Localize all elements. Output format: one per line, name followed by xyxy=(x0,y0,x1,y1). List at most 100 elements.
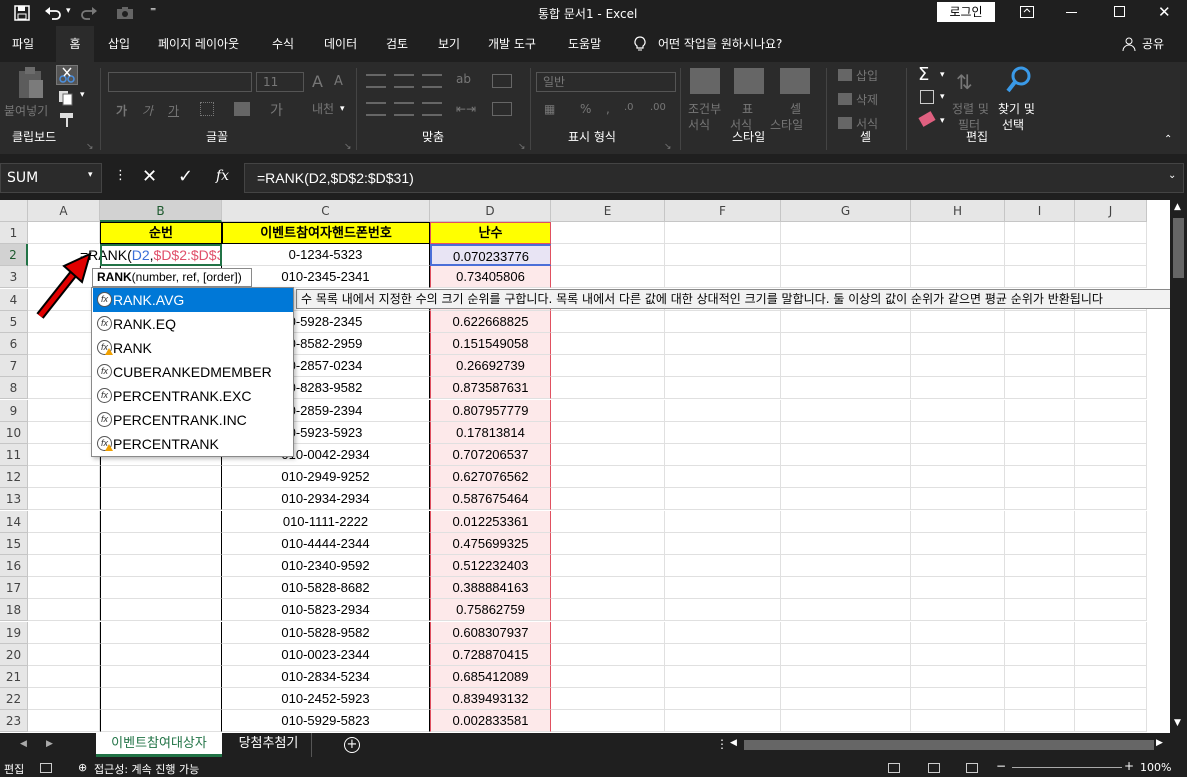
cell-b[interactable] xyxy=(100,510,222,533)
cell[interactable] xyxy=(781,377,911,400)
prev-sheet-icon[interactable]: ◀ xyxy=(20,739,27,749)
alignment-launcher-icon[interactable]: ↘ xyxy=(518,142,526,152)
tab-view[interactable]: 보기 xyxy=(434,26,464,62)
cell[interactable] xyxy=(911,621,1005,644)
formula-bar-more-icon[interactable]: ⋮ xyxy=(114,168,127,183)
cell[interactable] xyxy=(665,377,781,400)
align-center-icon[interactable] xyxy=(394,102,414,116)
cell[interactable] xyxy=(28,577,100,600)
percent-icon[interactable]: % xyxy=(580,102,591,116)
row-header-10[interactable]: 10 xyxy=(0,421,28,444)
bold-icon[interactable]: 가 xyxy=(116,102,127,119)
cell[interactable] xyxy=(28,222,100,244)
copy-icon[interactable] xyxy=(58,90,78,106)
cell-d[interactable]: 0.012253361 xyxy=(430,510,551,533)
cell[interactable] xyxy=(911,399,1005,422)
align-right-icon[interactable] xyxy=(422,102,442,116)
column-header-d[interactable]: D xyxy=(430,200,551,222)
zoom-slider[interactable] xyxy=(1012,767,1122,768)
row-header-7[interactable]: 7 xyxy=(0,355,28,378)
column-header-f[interactable]: F xyxy=(665,200,781,222)
tab-insert[interactable]: 삽입 xyxy=(104,26,134,62)
cell-b[interactable] xyxy=(100,666,222,688)
cell[interactable] xyxy=(911,643,1005,666)
cell[interactable] xyxy=(1005,377,1075,400)
cell[interactable] xyxy=(911,688,1005,711)
add-sheet-icon[interactable]: + xyxy=(344,737,360,753)
column-header-c[interactable]: C xyxy=(222,200,430,222)
cell[interactable] xyxy=(551,421,665,444)
cell[interactable] xyxy=(1005,266,1075,289)
cell[interactable] xyxy=(28,377,100,400)
cell[interactable] xyxy=(551,266,665,289)
cell[interactable] xyxy=(665,666,781,688)
cell[interactable] xyxy=(1075,643,1147,666)
row-header-6[interactable]: 6 xyxy=(0,333,28,355)
cell[interactable] xyxy=(28,466,100,489)
orientation-icon[interactable]: ab xyxy=(456,72,471,86)
cell[interactable] xyxy=(1005,399,1075,422)
decrease-decimal-icon[interactable]: .00 xyxy=(650,102,666,113)
cell[interactable] xyxy=(551,688,665,711)
cell[interactable] xyxy=(28,555,100,577)
indent-icon[interactable]: ⇤⇥ xyxy=(456,102,476,116)
cell[interactable] xyxy=(551,532,665,555)
cell[interactable] xyxy=(1075,222,1147,244)
cell[interactable] xyxy=(911,244,1005,267)
cell[interactable] xyxy=(1075,266,1147,289)
cell[interactable] xyxy=(665,222,781,244)
cell[interactable] xyxy=(1005,466,1075,489)
cell[interactable] xyxy=(1075,466,1147,489)
cell[interactable] xyxy=(911,377,1005,400)
redo-icon[interactable] xyxy=(80,5,98,21)
row-header-15[interactable]: 15 xyxy=(0,532,28,555)
cell[interactable] xyxy=(551,466,665,489)
cell[interactable] xyxy=(28,710,100,733)
cell-c[interactable]: 010-0023-2344 xyxy=(222,643,430,666)
select-all-corner[interactable] xyxy=(0,200,28,222)
cell[interactable] xyxy=(665,555,781,577)
cell[interactable] xyxy=(28,488,100,511)
sheet-tab[interactable]: 당첨추첨기 xyxy=(226,733,312,757)
cell[interactable] xyxy=(551,333,665,355)
zoom-in-icon[interactable]: + xyxy=(1124,759,1134,773)
cell[interactable] xyxy=(551,310,665,333)
autocomplete-item[interactable]: fx PERCENTRANK.EXC xyxy=(93,384,293,408)
tab-data[interactable]: 데이터 xyxy=(320,26,361,62)
cell-d[interactable]: 0.475699325 xyxy=(430,532,551,555)
cell-b[interactable] xyxy=(100,621,222,644)
row-header-13[interactable]: 13 xyxy=(0,488,28,511)
cell[interactable] xyxy=(551,643,665,666)
cell[interactable] xyxy=(781,621,911,644)
fill-dropdown-icon[interactable]: ▾ xyxy=(940,92,945,102)
name-box[interactable]: SUM xyxy=(0,163,102,193)
row-header-3[interactable]: 3 xyxy=(0,266,28,289)
column-header-g[interactable]: G xyxy=(781,200,911,222)
login-button[interactable]: 로그인 xyxy=(937,2,995,22)
cell[interactable] xyxy=(781,355,911,378)
scroll-right-icon[interactable]: ▶ xyxy=(1156,738,1163,748)
cell[interactable] xyxy=(551,488,665,511)
cell[interactable] xyxy=(781,710,911,733)
cell[interactable] xyxy=(1075,599,1147,622)
row-header-4[interactable]: 4 xyxy=(0,288,28,311)
find-select-icon[interactable] xyxy=(1006,66,1032,94)
cell[interactable] xyxy=(781,399,911,422)
row-header-21[interactable]: 21 xyxy=(0,666,28,688)
cell[interactable] xyxy=(781,466,911,489)
font-size-box[interactable]: 11 xyxy=(256,72,304,92)
phonetic-icon[interactable]: 내천 xyxy=(312,100,334,117)
cell[interactable] xyxy=(911,444,1005,466)
row-header-8[interactable]: 8 xyxy=(0,377,28,400)
vertical-scrollbar[interactable]: ▲ ▼ xyxy=(1170,200,1187,733)
cell[interactable] xyxy=(1075,555,1147,577)
cell[interactable] xyxy=(911,466,1005,489)
row-header-22[interactable]: 22 xyxy=(0,688,28,711)
cell[interactable] xyxy=(1075,333,1147,355)
cell[interactable] xyxy=(28,532,100,555)
cell[interactable] xyxy=(1005,222,1075,244)
cell[interactable] xyxy=(1005,510,1075,533)
align-middle-icon[interactable] xyxy=(394,74,414,88)
align-left-icon[interactable] xyxy=(366,102,386,116)
delete-cells-icon[interactable] xyxy=(838,93,852,105)
